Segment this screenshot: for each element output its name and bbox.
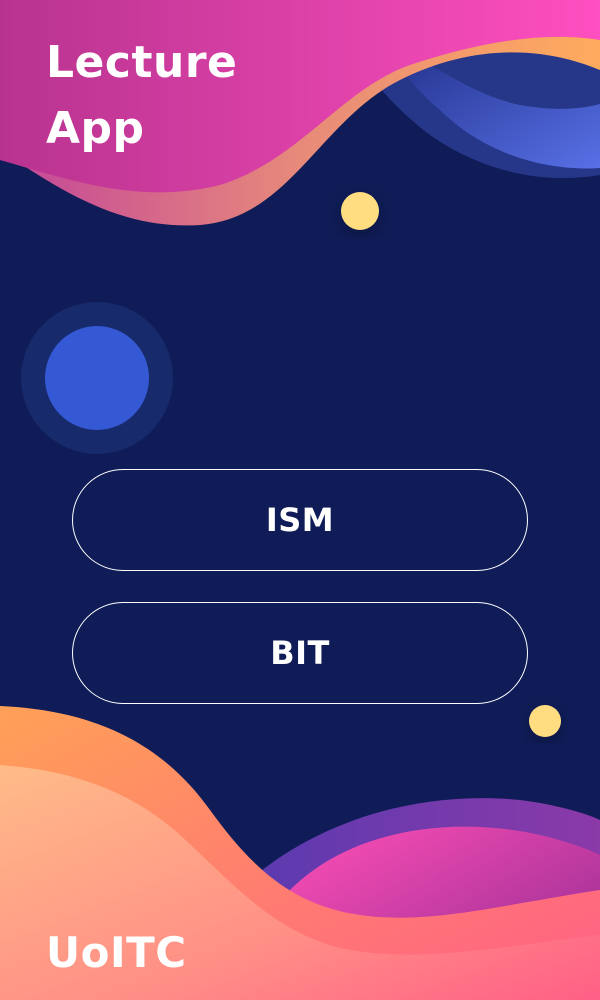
bit-button-label: BIT (270, 634, 330, 672)
ism-button-label: ISM (265, 501, 335, 539)
blue-circle (45, 326, 149, 430)
app-screen: Lecture App ISM BIT UoITC (0, 0, 600, 1000)
app-title: Lecture App (46, 30, 306, 162)
footer-title: UoITC (46, 928, 187, 977)
yellow-dot-bottom (529, 705, 561, 737)
bit-button[interactable]: BIT (72, 602, 528, 704)
ism-button[interactable]: ISM (72, 469, 528, 571)
yellow-dot-top (341, 192, 379, 230)
app-title-line1: Lecture (46, 37, 238, 88)
app-title-line2: App (46, 103, 145, 154)
